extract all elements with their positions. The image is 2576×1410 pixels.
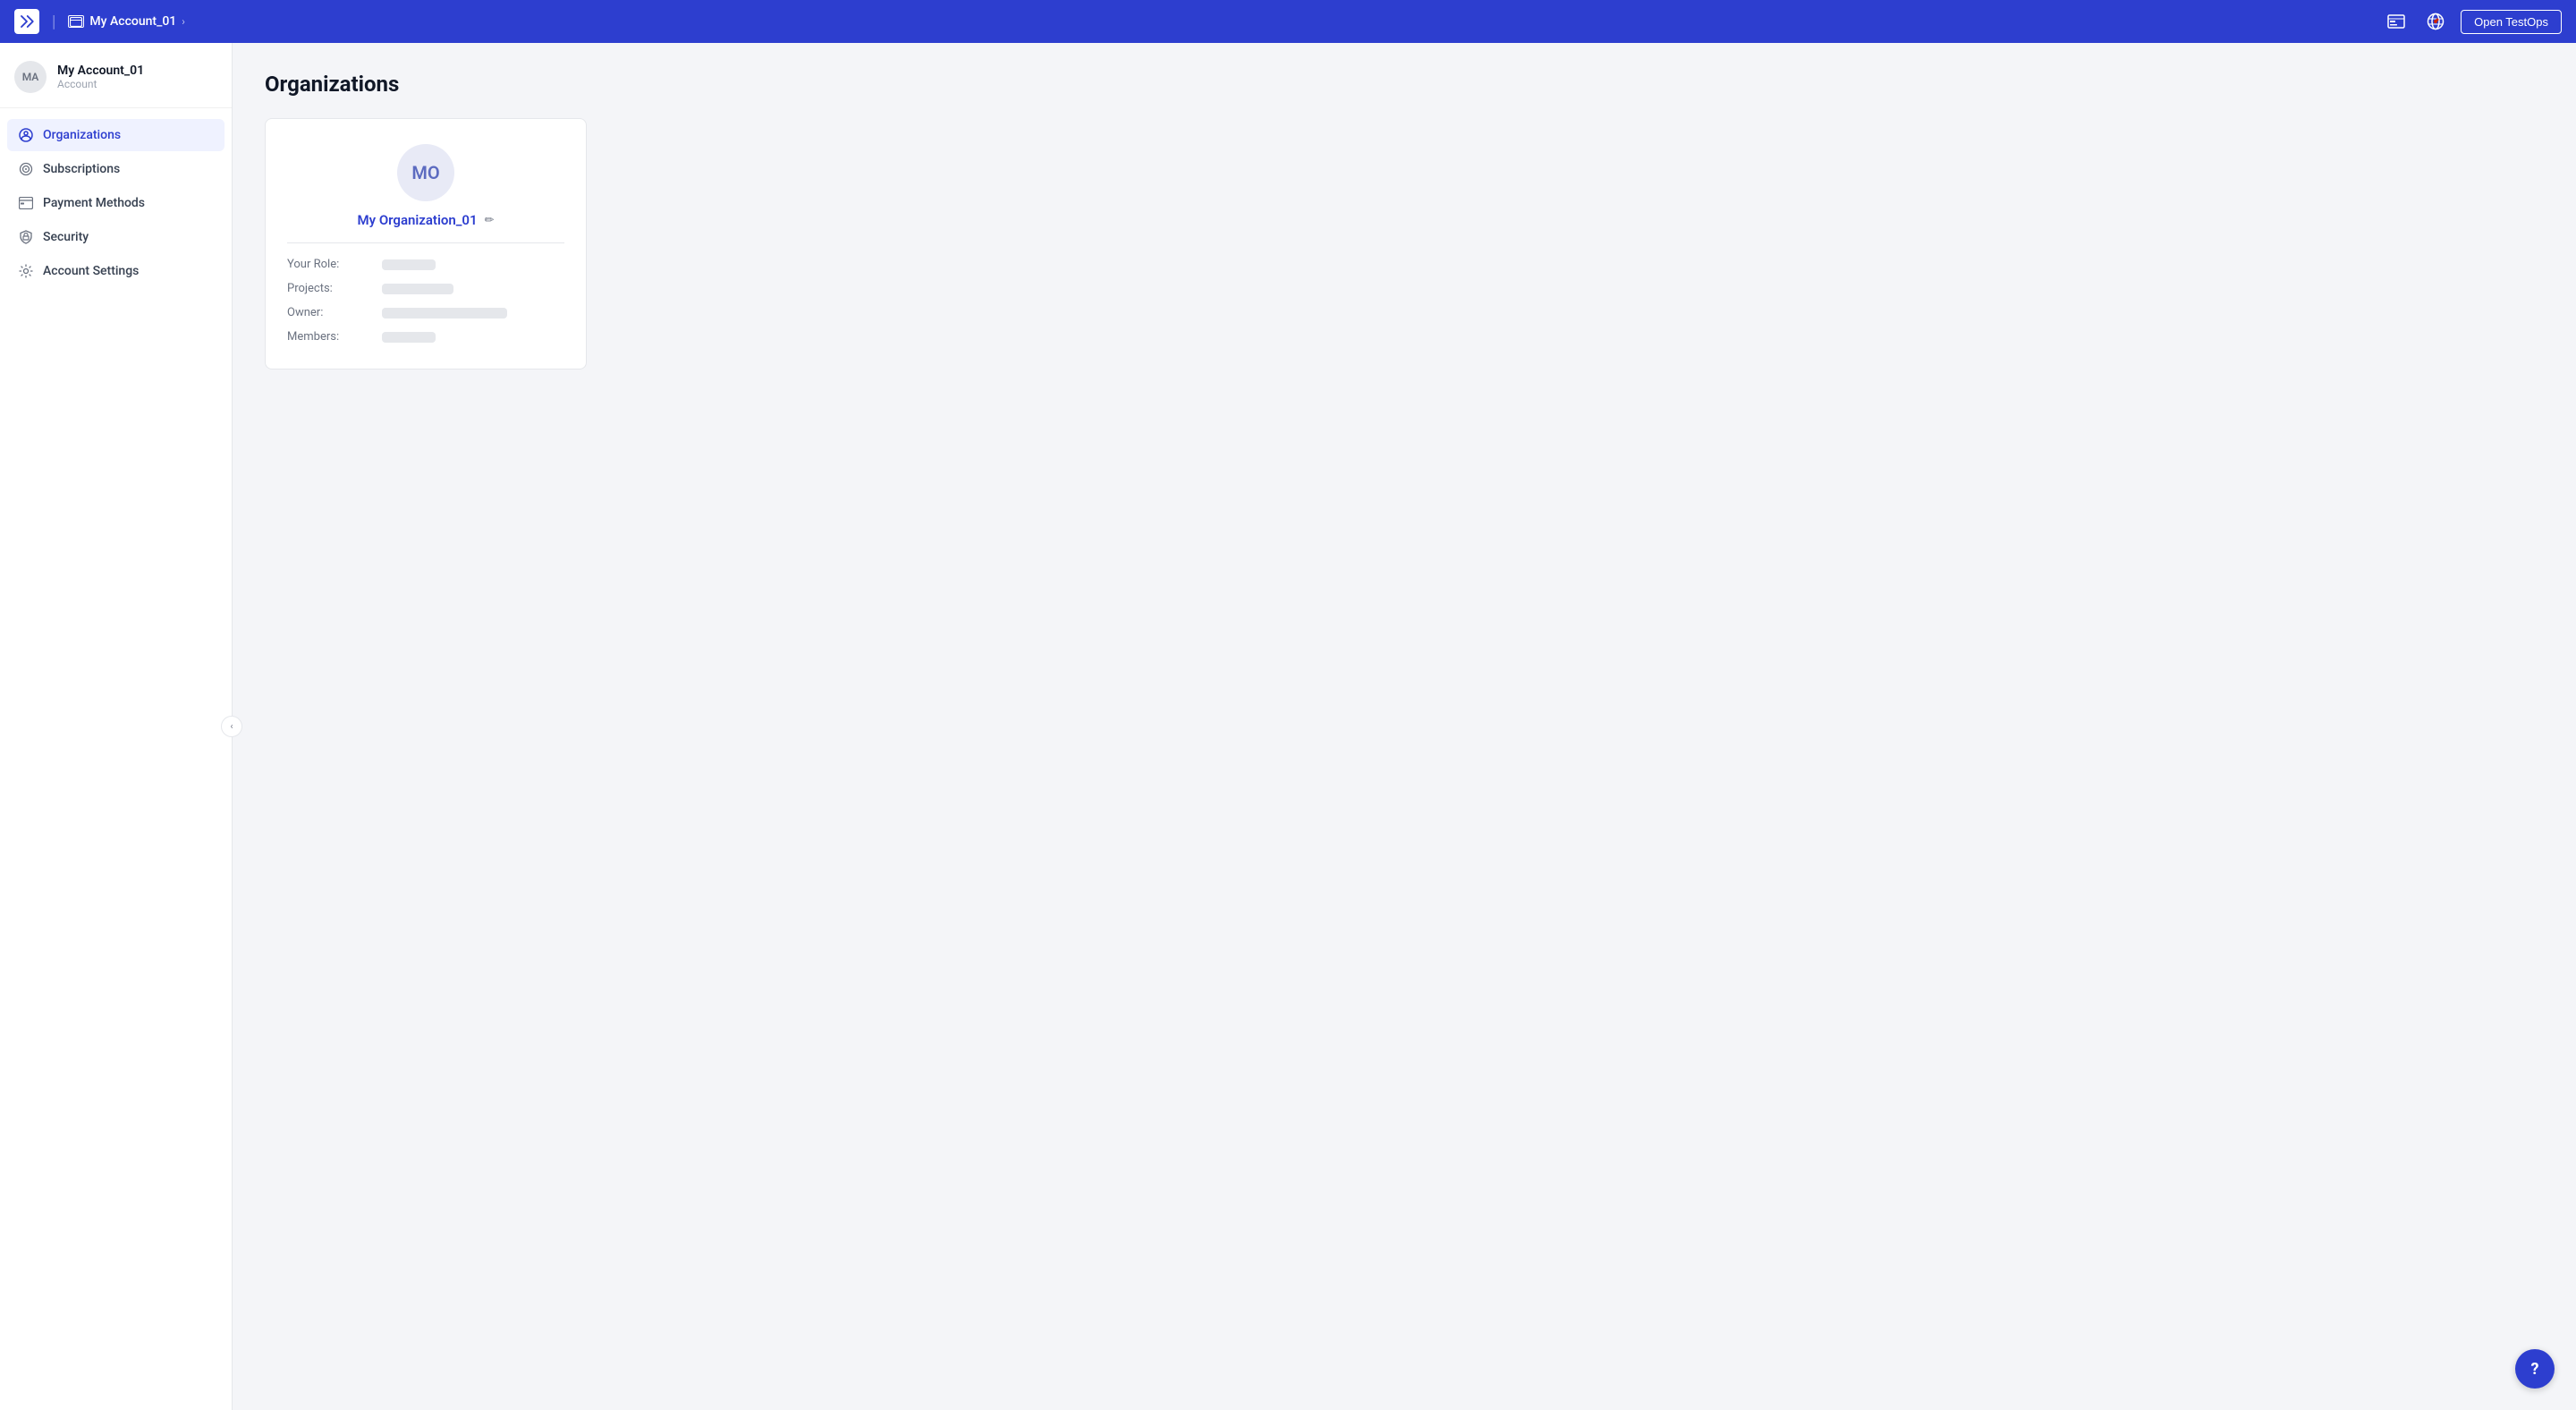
topnav-account-name: My Account_01 bbox=[89, 14, 176, 29]
help-button[interactable]: ? bbox=[2515, 1349, 2555, 1389]
sidebar-item-subscriptions-label: Subscriptions bbox=[43, 162, 120, 176]
payment-methods-icon bbox=[18, 195, 34, 211]
org-detail-row-owner: Owner: bbox=[287, 306, 564, 319]
topnav: | My Account_01 › bbox=[0, 0, 2576, 43]
topnav-account[interactable]: My Account_01 › bbox=[68, 14, 184, 29]
sidebar-item-organizations-label: Organizations bbox=[43, 128, 121, 142]
sidebar-item-security-label: Security bbox=[43, 230, 89, 244]
sidebar-account-info: My Account_01 Account bbox=[57, 64, 144, 90]
org-avatar: MO bbox=[397, 144, 454, 201]
main-layout: MA My Account_01 Account ‹ Organizations bbox=[0, 43, 2576, 1410]
org-details: Your Role: Projects: Owner: Members: bbox=[287, 258, 564, 344]
katalon-logo[interactable] bbox=[14, 9, 39, 34]
main-content: Organizations MO My Organization_01 ✏ Yo… bbox=[233, 43, 2576, 1410]
subscriptions-icon bbox=[18, 161, 34, 177]
sidebar-item-account-settings-label: Account Settings bbox=[43, 264, 139, 278]
sidebar-item-organizations[interactable]: Organizations bbox=[7, 119, 225, 151]
sidebar: MA My Account_01 Account ‹ Organizations bbox=[0, 43, 233, 1410]
account-icon bbox=[68, 15, 84, 28]
org-detail-label-members: Members: bbox=[287, 330, 368, 344]
org-edit-icon[interactable]: ✏ bbox=[485, 214, 495, 227]
org-detail-skeleton-owner bbox=[382, 308, 507, 319]
org-detail-label-projects: Projects: bbox=[287, 282, 368, 295]
sidebar-item-payment-methods-label: Payment Methods bbox=[43, 196, 145, 210]
topnav-chevron-icon: › bbox=[182, 15, 185, 28]
notifications-icon[interactable] bbox=[2382, 7, 2411, 36]
topnav-right: Open TestOps bbox=[2382, 7, 2562, 36]
sidebar-header: MA My Account_01 Account bbox=[0, 43, 232, 108]
org-detail-label-role: Your Role: bbox=[287, 258, 368, 271]
open-testops-button[interactable]: Open TestOps bbox=[2461, 10, 2562, 34]
org-detail-label-owner: Owner: bbox=[287, 306, 368, 319]
org-card: MO My Organization_01 ✏ Your Role: Proje… bbox=[265, 118, 587, 369]
page-title: Organizations bbox=[265, 72, 2544, 97]
org-detail-row-members: Members: bbox=[287, 330, 564, 344]
org-detail-row-projects: Projects: bbox=[287, 282, 564, 295]
topnav-divider: | bbox=[52, 13, 55, 31]
sidebar-account-name: My Account_01 bbox=[57, 64, 144, 78]
organizations-icon bbox=[18, 127, 34, 143]
sidebar-item-subscriptions[interactable]: Subscriptions bbox=[7, 153, 225, 185]
sidebar-nav: Organizations Subscriptions bbox=[0, 108, 232, 300]
sidebar-account-type: Account bbox=[57, 78, 144, 90]
account-settings-icon bbox=[18, 263, 34, 279]
org-divider bbox=[287, 242, 564, 243]
topnav-left: | My Account_01 › bbox=[14, 9, 185, 34]
org-detail-skeleton-role bbox=[382, 259, 436, 270]
org-detail-skeleton-members bbox=[382, 332, 436, 343]
sidebar-avatar: MA bbox=[14, 61, 47, 93]
sidebar-item-account-settings[interactable]: Account Settings bbox=[7, 255, 225, 287]
org-name-row: My Organization_01 ✏ bbox=[358, 212, 495, 228]
globe-icon[interactable] bbox=[2421, 7, 2450, 36]
security-icon bbox=[18, 229, 34, 245]
org-detail-skeleton-projects bbox=[382, 284, 453, 294]
org-detail-row-role: Your Role: bbox=[287, 258, 564, 271]
org-name: My Organization_01 bbox=[358, 212, 478, 228]
sidebar-collapse-button[interactable]: ‹ bbox=[221, 716, 242, 737]
sidebar-item-security[interactable]: Security bbox=[7, 221, 225, 253]
sidebar-item-payment-methods[interactable]: Payment Methods bbox=[7, 187, 225, 219]
